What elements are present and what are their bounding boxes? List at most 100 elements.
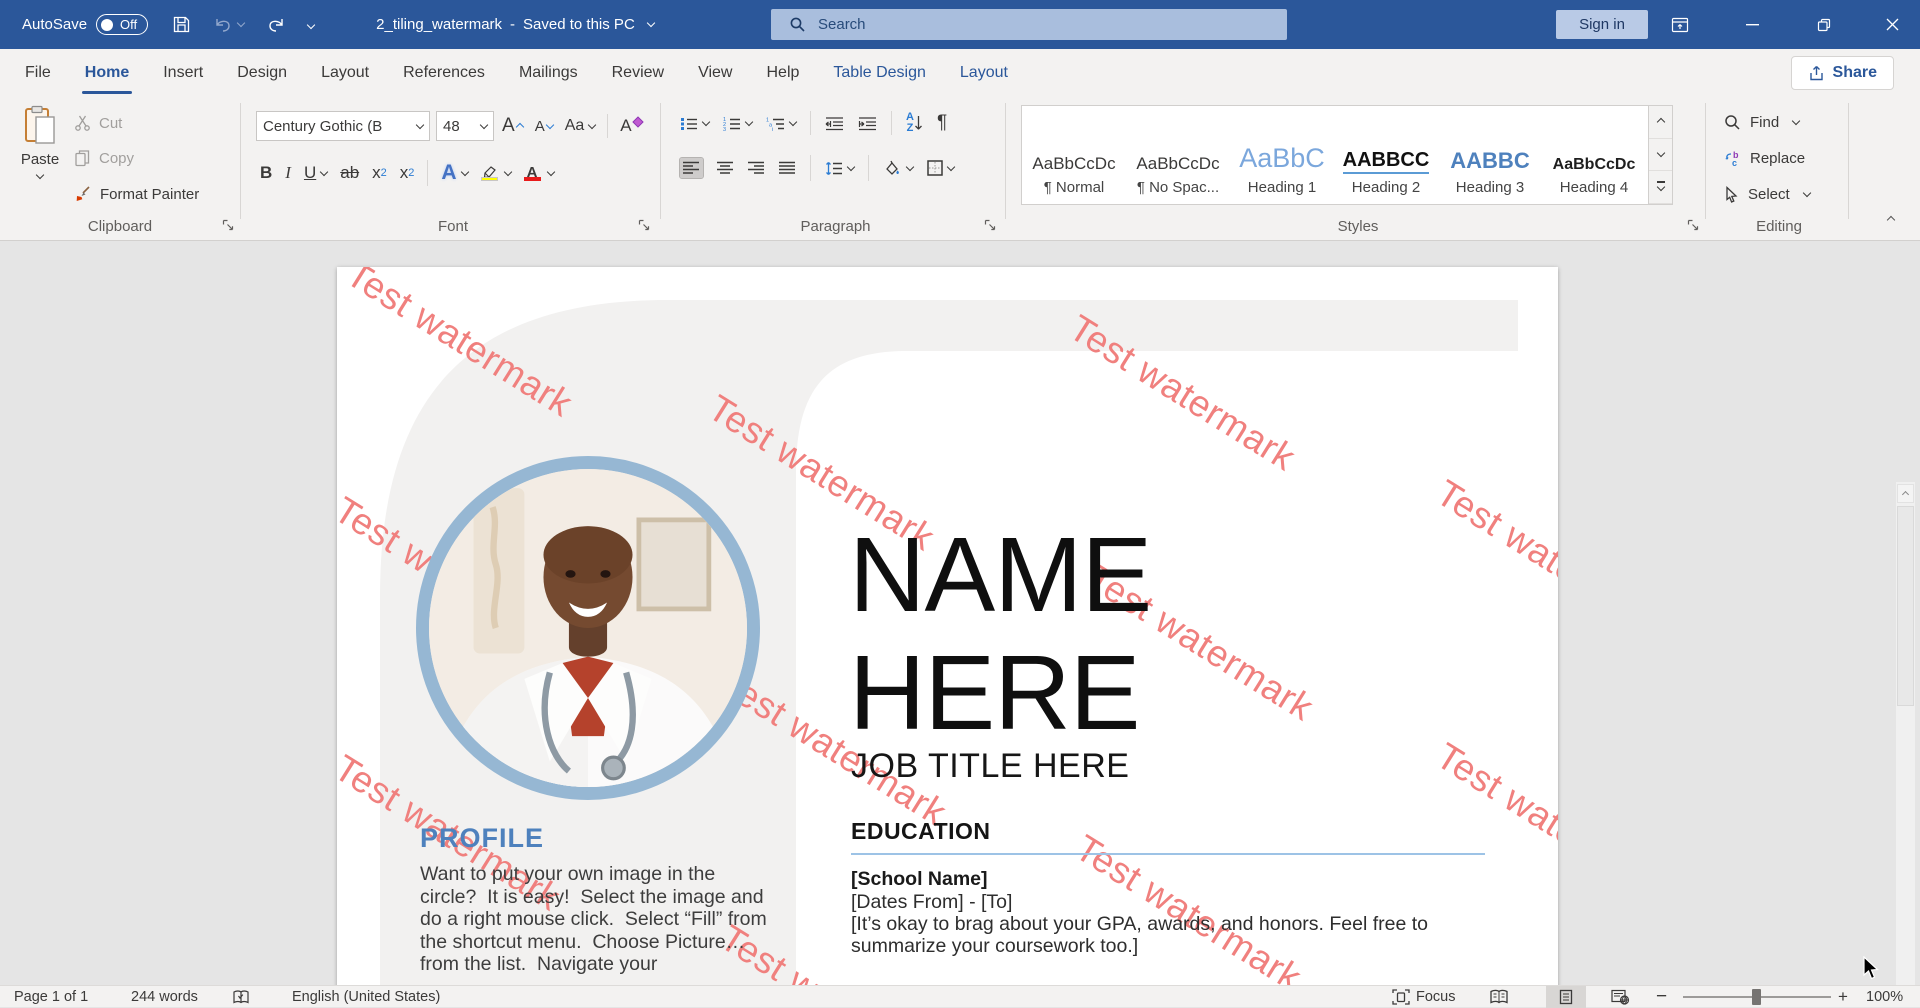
font-color-button[interactable]: A: [524, 166, 541, 181]
paragraph-dialog-launcher[interactable]: [984, 219, 999, 234]
justify-button[interactable]: [779, 161, 796, 175]
web-layout-button[interactable]: [1611, 986, 1630, 1008]
sign-in-button[interactable]: Sign in: [1556, 10, 1648, 39]
bold-button[interactable]: B: [260, 163, 272, 183]
tab-table-design[interactable]: Table Design: [816, 49, 943, 97]
style-h3[interactable]: AABBCHeading 3: [1438, 106, 1542, 204]
styles-scroll-up-icon[interactable]: [1649, 106, 1672, 139]
tab-mailings[interactable]: Mailings: [502, 49, 595, 97]
paste-dropdown-icon[interactable]: [36, 171, 44, 179]
show-formatting-marks-button[interactable]: ¶: [937, 112, 947, 134]
document-title[interactable]: 2_tiling_watermark - Saved to this PC: [376, 16, 654, 33]
align-center-button[interactable]: [717, 161, 734, 175]
undo-icon[interactable]: [213, 16, 244, 33]
read-mode-button[interactable]: [1489, 986, 1509, 1008]
education-heading[interactable]: EDUCATION: [851, 818, 991, 845]
tab-references[interactable]: References: [386, 49, 502, 97]
tab-layout[interactable]: Layout: [304, 49, 386, 97]
shrink-font-button[interactable]: A: [535, 118, 553, 135]
tab-layout-table[interactable]: Layout: [943, 49, 1025, 97]
profile-heading[interactable]: PROFILE: [420, 823, 544, 854]
font-size-combo[interactable]: 48: [436, 111, 494, 141]
change-case-button[interactable]: Aa: [565, 117, 596, 135]
multilevel-list-button[interactable]: 1ai: [766, 116, 796, 131]
customize-qat-icon[interactable]: [308, 22, 314, 28]
format-painter-button[interactable]: Format Painter: [74, 180, 199, 208]
replace-button[interactable]: bc Replace: [1724, 145, 1805, 171]
close-button[interactable]: [1864, 0, 1920, 49]
superscript-button[interactable]: x2: [400, 163, 415, 183]
subscript-button[interactable]: x2: [372, 163, 387, 183]
strikethrough-button[interactable]: ab: [340, 163, 359, 183]
zoom-out-button[interactable]: −: [1656, 986, 1667, 1008]
page-indicator[interactable]: Page 1 of 1: [14, 986, 88, 1008]
underline-button[interactable]: U: [304, 163, 327, 183]
search-box[interactable]: [771, 9, 1287, 40]
education-dates[interactable]: [Dates From] - [To]: [851, 891, 1012, 914]
font-name-combo[interactable]: Century Gothic (B: [256, 111, 430, 141]
align-left-button[interactable]: [680, 158, 703, 178]
profile-body-text[interactable]: Want to put your own image in the circle…: [420, 863, 776, 976]
scroll-up-icon[interactable]: [1897, 484, 1914, 503]
style-h4[interactable]: AaBbCcDcHeading 4: [1542, 106, 1646, 204]
bullets-button[interactable]: [680, 116, 709, 131]
education-school-name[interactable]: [School Name]: [851, 868, 988, 891]
tab-file[interactable]: File: [8, 49, 68, 97]
shading-button[interactable]: [883, 160, 913, 176]
style-normal[interactable]: AaBbCcDc¶ Normal: [1022, 106, 1126, 204]
document-page[interactable]: NAME HERE JOB TITLE HERE PROFILE Want to…: [337, 267, 1558, 985]
profile-photo[interactable]: [416, 456, 760, 800]
italic-button[interactable]: I: [285, 163, 291, 183]
education-note[interactable]: [It’s okay to brag about your GPA, award…: [851, 913, 1459, 957]
vertical-scrollbar[interactable]: [1896, 482, 1915, 985]
style-h1[interactable]: AaBbCHeading 1: [1230, 106, 1334, 204]
font-dialog-launcher[interactable]: [638, 219, 653, 234]
tab-home[interactable]: Home: [68, 49, 146, 97]
ribbon-display-options-icon[interactable]: [1652, 0, 1708, 49]
print-layout-button[interactable]: [1546, 986, 1586, 1008]
name-heading[interactable]: NAME HERE: [849, 517, 1424, 752]
increase-indent-button[interactable]: [858, 116, 877, 131]
styles-more-icon[interactable]: [1649, 171, 1672, 204]
copy-button[interactable]: Copy: [74, 144, 134, 172]
numbering-button[interactable]: 123: [723, 116, 752, 131]
tab-design[interactable]: Design: [220, 49, 304, 97]
zoom-slider-thumb[interactable]: [1752, 989, 1761, 1005]
decrease-indent-button[interactable]: [825, 116, 844, 131]
collapse-ribbon-icon[interactable]: [1878, 209, 1904, 231]
style-nospace[interactable]: AaBbCcDc¶ No Spac...: [1126, 106, 1230, 204]
tab-insert[interactable]: Insert: [146, 49, 220, 97]
sort-button[interactable]: AZ: [906, 112, 923, 134]
highlight-button[interactable]: [481, 166, 498, 181]
title-dropdown-icon[interactable]: [647, 19, 655, 27]
search-input[interactable]: [818, 16, 1198, 33]
cut-button[interactable]: Cut: [74, 109, 122, 137]
minimize-button[interactable]: [1724, 0, 1780, 49]
tab-help[interactable]: Help: [749, 49, 816, 97]
zoom-in-button[interactable]: +: [1838, 986, 1848, 1008]
line-spacing-button[interactable]: [825, 161, 854, 176]
text-effects-button[interactable]: A: [441, 161, 467, 185]
tab-view[interactable]: View: [681, 49, 749, 97]
borders-button[interactable]: [927, 160, 954, 176]
restore-button[interactable]: [1796, 0, 1852, 49]
word-count[interactable]: 244 words: [131, 986, 198, 1008]
redo-icon[interactable]: [266, 16, 286, 33]
job-title-heading[interactable]: JOB TITLE HERE: [851, 747, 1129, 786]
autosave-toggle[interactable]: Off: [96, 14, 148, 35]
grow-font-button[interactable]: A: [502, 115, 523, 137]
styles-dialog-launcher[interactable]: [1687, 219, 1702, 234]
style-h2[interactable]: AABBCCHeading 2: [1334, 106, 1438, 204]
find-button[interactable]: Find: [1724, 109, 1799, 135]
styles-scroll-down-icon[interactable]: [1649, 139, 1672, 172]
share-button[interactable]: Share: [1791, 56, 1894, 90]
focus-button[interactable]: Focus: [1392, 986, 1456, 1008]
language-indicator[interactable]: English (United States): [292, 986, 440, 1008]
align-right-button[interactable]: [748, 161, 765, 175]
clear-formatting-button[interactable]: A: [620, 116, 641, 136]
paste-button[interactable]: Paste: [12, 105, 68, 217]
tab-review[interactable]: Review: [595, 49, 681, 97]
proofing-status-icon[interactable]: [232, 986, 250, 1008]
select-button[interactable]: Select: [1724, 181, 1810, 207]
autosave-control[interactable]: AutoSave Off: [22, 14, 148, 35]
